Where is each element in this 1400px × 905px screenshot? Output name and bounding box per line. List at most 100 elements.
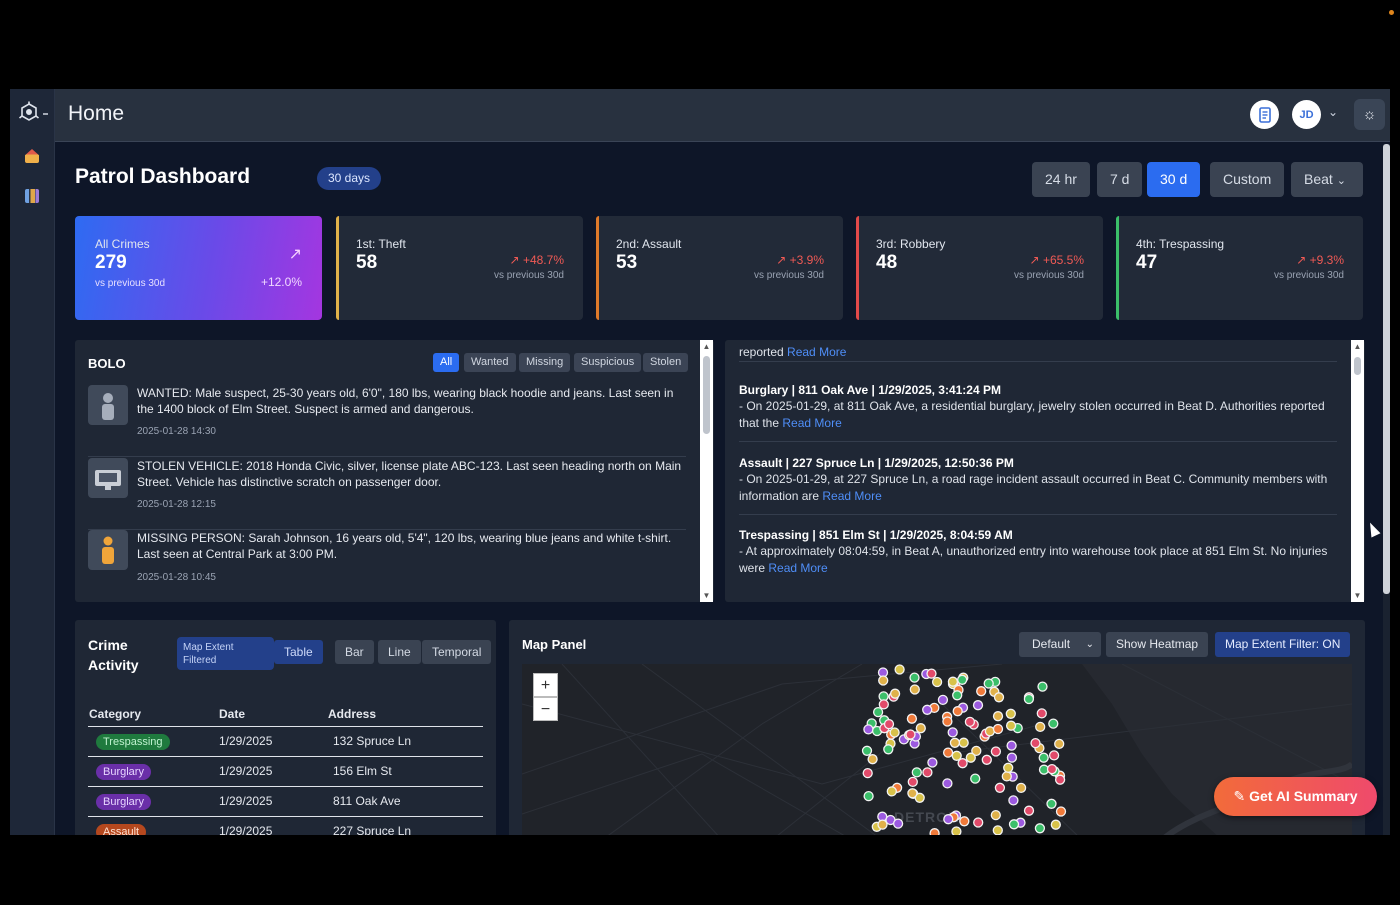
incident-marker[interactable] <box>992 723 1004 735</box>
incident-marker[interactable] <box>909 672 920 683</box>
incident-marker[interactable] <box>931 676 943 688</box>
incident-marker[interactable] <box>1038 752 1049 763</box>
feed-scrollbar[interactable]: ▲ ▼ <box>1351 340 1364 602</box>
incident-marker[interactable] <box>964 716 976 728</box>
range-24hr-button[interactable]: 24 hr <box>1032 162 1090 197</box>
incident-marker[interactable] <box>1046 763 1058 775</box>
scroll-up-icon[interactable]: ▲ <box>702 342 711 351</box>
incident-marker[interactable] <box>970 773 981 784</box>
incident-marker[interactable] <box>942 747 954 758</box>
range-30d-button[interactable]: 30 d <box>1147 162 1201 197</box>
document-icon[interactable] <box>1250 100 1279 129</box>
read-more-link[interactable]: Read More <box>768 561 827 575</box>
table-row[interactable]: Burglary 1/29/2025 156 Elm St <box>88 756 483 786</box>
app-logo-icon[interactable] <box>18 101 52 127</box>
get-ai-summary-button[interactable]: ✎ Get AI Summary <box>1214 777 1377 816</box>
incident-marker[interactable] <box>911 767 922 778</box>
incident-marker[interactable] <box>1015 782 1027 794</box>
home-nav-icon[interactable] <box>25 149 39 163</box>
card-robbery[interactable]: 3rd: Robbery 48 ↗ +65.5% vs previous 30d <box>856 216 1103 320</box>
incident-marker[interactable] <box>972 700 984 711</box>
show-heatmap-button[interactable]: Show Heatmap <box>1106 632 1209 657</box>
incident-marker[interactable] <box>878 675 889 686</box>
beat-dropdown[interactable]: Beat ⌄ <box>1291 162 1363 197</box>
incident-marker[interactable] <box>1008 795 1019 806</box>
column-header-category[interactable]: Category <box>89 707 141 721</box>
incident-marker[interactable] <box>983 678 994 689</box>
feed-item-partial[interactable]: reported Read More <box>739 336 1337 362</box>
scroll-up-icon[interactable]: ▲ <box>1353 342 1362 351</box>
table-row[interactable]: Assault 1/29/2025 227 Spruce Ln <box>88 816 483 835</box>
incident-marker[interactable] <box>872 706 884 718</box>
incident-marker[interactable] <box>990 746 1002 757</box>
incident-marker[interactable] <box>992 825 1003 835</box>
range-custom-button[interactable]: Custom <box>1210 162 1285 197</box>
incident-marker[interactable] <box>1006 752 1018 763</box>
feed-scrollbar-thumb[interactable] <box>1354 357 1361 375</box>
bolo-filter-all[interactable]: All <box>433 353 460 372</box>
read-more-link[interactable]: Read More <box>787 345 846 359</box>
incident-marker[interactable] <box>951 826 962 835</box>
column-header-address[interactable]: Address <box>328 707 376 721</box>
incident-marker[interactable] <box>1054 774 1066 785</box>
tab-line[interactable]: Line <box>378 640 421 664</box>
incident-marker[interactable] <box>889 727 900 738</box>
feed-item[interactable]: Trespassing | 851 Elm St | 1/29/2025, 8:… <box>739 527 1337 587</box>
incident-marker[interactable] <box>1005 720 1017 731</box>
incident-marker[interactable] <box>867 754 878 765</box>
incident-marker[interactable] <box>1005 708 1016 719</box>
card-trespassing[interactable]: 4th: Trespassing 47 ↗ +9.3% vs previous … <box>1116 216 1363 320</box>
incident-marker[interactable] <box>994 782 1006 793</box>
incident-marker[interactable] <box>894 664 905 675</box>
bolo-filter-wanted[interactable]: Wanted <box>464 353 516 372</box>
incident-marker[interactable] <box>1054 738 1065 750</box>
incident-marker[interactable] <box>959 816 970 827</box>
incident-marker[interactable] <box>1003 762 1014 773</box>
incident-marker[interactable] <box>981 754 992 765</box>
incident-marker[interactable] <box>1046 798 1057 809</box>
incident-marker[interactable] <box>957 674 968 685</box>
bolo-filter-missing[interactable]: Missing <box>519 353 571 372</box>
bolo-filter-suspicious[interactable]: Suspicious <box>574 353 642 372</box>
incident-marker[interactable] <box>942 778 953 789</box>
page-scrollbar-thumb[interactable] <box>1383 144 1390 594</box>
theme-toggle-icon[interactable]: ☼ <box>1354 99 1385 130</box>
incident-marker[interactable] <box>889 688 901 699</box>
incident-marker[interactable] <box>862 767 873 779</box>
card-all-crimes[interactable]: All Crimes 279 ↗ vs previous 30d +12.0% <box>75 216 322 320</box>
incident-marker[interactable] <box>937 694 949 706</box>
incident-marker[interactable] <box>909 684 920 695</box>
incident-marker[interactable] <box>992 711 1004 722</box>
incident-marker[interactable] <box>922 704 933 715</box>
incident-marker[interactable] <box>1048 718 1059 729</box>
incident-marker[interactable] <box>951 750 962 761</box>
incident-marker[interactable] <box>863 724 874 735</box>
bolo-scrollbar[interactable]: ▲ ▼ <box>700 340 713 602</box>
incident-marker[interactable] <box>1037 681 1048 692</box>
chevron-down-icon[interactable]: ⌄ <box>1328 105 1338 119</box>
incident-marker[interactable] <box>965 752 976 763</box>
incident-marker[interactable] <box>1023 805 1035 816</box>
incident-marker[interactable] <box>1035 721 1046 733</box>
incident-marker[interactable] <box>952 690 963 701</box>
bolo-filter-stolen[interactable]: Stolen <box>643 353 689 372</box>
incident-marker[interactable] <box>947 676 959 687</box>
incident-marker[interactable] <box>949 737 961 748</box>
incident-marker[interactable] <box>915 723 926 734</box>
incident-marker[interactable] <box>922 767 933 778</box>
incident-marker[interactable] <box>1008 819 1020 830</box>
incident-marker[interactable] <box>943 814 954 825</box>
incident-marker[interactable] <box>952 706 963 717</box>
scroll-down-icon[interactable]: ▼ <box>1353 591 1362 600</box>
bolo-item[interactable]: STOLEN VEHICLE: 2018 Honda Civic, silver… <box>88 458 686 530</box>
incident-marker[interactable] <box>906 713 918 724</box>
incident-marker[interactable] <box>1034 823 1046 834</box>
incident-marker[interactable] <box>990 809 1001 821</box>
incident-marker[interactable] <box>926 668 937 679</box>
incident-marker[interactable] <box>907 788 918 799</box>
range-7d-button[interactable]: 7 d <box>1097 162 1143 197</box>
incident-marker[interactable] <box>863 790 874 802</box>
incident-marker[interactable] <box>929 828 940 835</box>
card-theft[interactable]: 1st: Theft 58 ↗ +48.7% vs previous 30d <box>336 216 583 320</box>
incident-marker[interactable] <box>1023 693 1035 705</box>
